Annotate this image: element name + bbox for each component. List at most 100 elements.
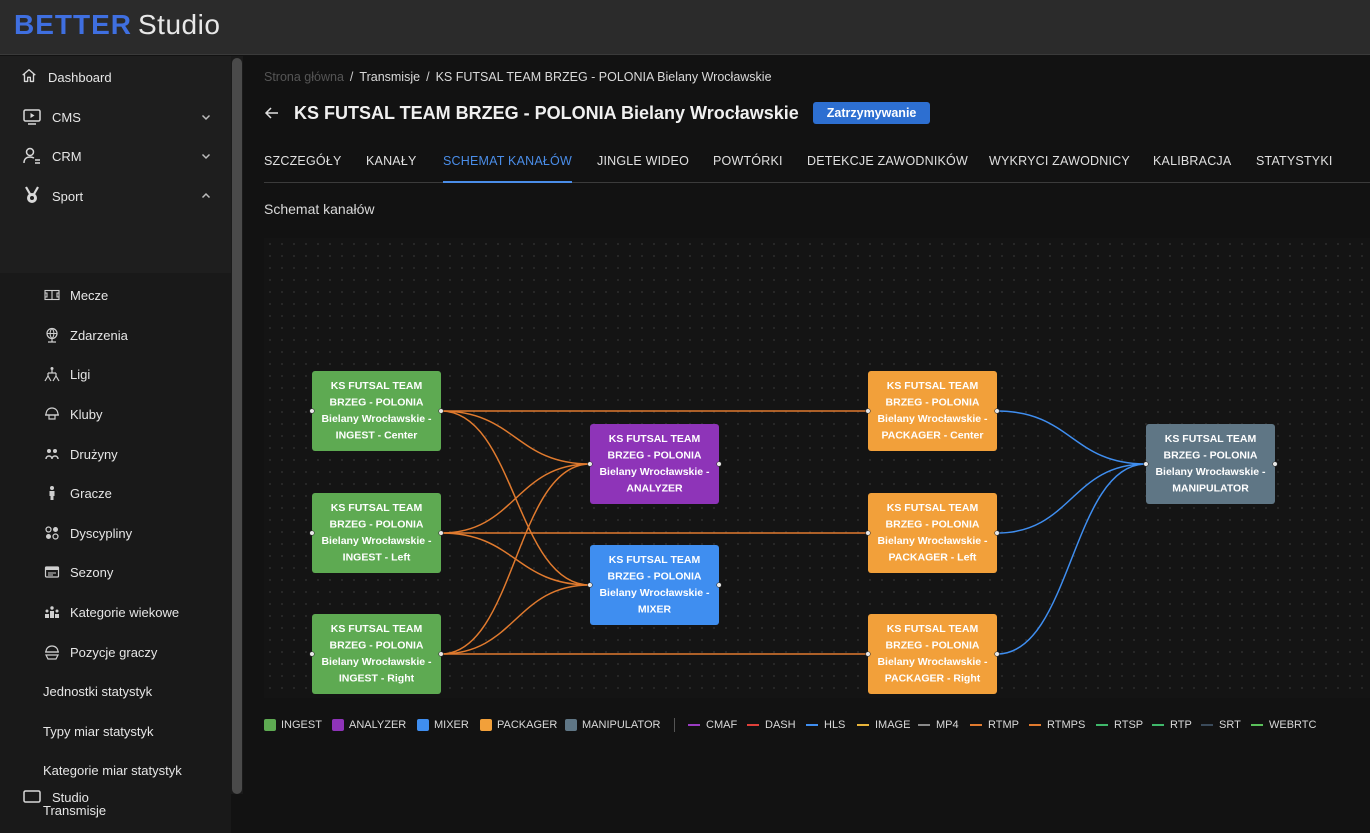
node-manipulator[interactable]: KS FUTSAL TEAM BRZEG - POLONIA Bielany Wro… xyxy=(1143,424,1278,504)
node-output-handle[interactable] xyxy=(994,408,1000,414)
node-input-handle[interactable] xyxy=(865,530,871,536)
node-output-handle[interactable] xyxy=(438,530,444,536)
sidebar-item-sezony[interactable]: Sezony xyxy=(0,554,231,590)
node-label-line: BRZEG - POLONIA xyxy=(330,519,424,531)
node-label-line: KS FUTSAL TEAM xyxy=(609,433,701,445)
sidebar-item-zdarzenia[interactable]: Zdarzenia xyxy=(0,317,231,353)
legend-label: MANIPULATOR xyxy=(582,719,661,731)
edge-ingest-center-to-analyzer[interactable] xyxy=(440,410,591,465)
sidebar-item-dashboard[interactable]: Dashboard xyxy=(0,58,231,96)
sidebar-item-mecze[interactable]: Mecze xyxy=(0,277,231,313)
breadcrumb-home[interactable]: Strona główna xyxy=(264,70,344,84)
app-logo[interactable]: BETTER Studio xyxy=(14,9,220,41)
legend-item-mp4: MP4 xyxy=(918,717,959,733)
node-input-handle[interactable] xyxy=(865,408,871,414)
tab-wykryci-zawodnicy[interactable]: WYKRYCI ZAWODNICY xyxy=(989,154,1130,183)
tab-szczegoly[interactable]: SZCZEGÓŁY xyxy=(264,154,342,183)
node-label-line: Bielany Wrocławskie - xyxy=(877,535,988,547)
node-analyzer[interactable]: KS FUTSAL TEAM BRZEG - POLONIA Bielany Wro… xyxy=(587,424,722,504)
sidebar-item-crm[interactable]: CRM xyxy=(0,137,231,175)
node-input-handle[interactable] xyxy=(309,530,315,536)
legend-item-manipulator: MANIPULATOR xyxy=(565,717,660,733)
edges-layer xyxy=(440,410,1147,655)
monitor-icon xyxy=(23,790,41,803)
tab-detekcje-zawodnikow[interactable]: DETEKCJE ZAWODNIKÓW xyxy=(807,154,968,183)
edge-ingest-right-to-analyzer[interactable] xyxy=(440,463,591,655)
node-label-line: KS FUTSAL TEAM xyxy=(887,502,979,514)
helmet-icon xyxy=(45,407,59,420)
node-label-line: MIXER xyxy=(638,604,672,616)
node-output-handle[interactable] xyxy=(716,461,722,467)
section-title: Schemat kanałów xyxy=(264,201,375,217)
node-input-handle[interactable] xyxy=(587,582,593,588)
sidebar-item-studio[interactable]: Studio xyxy=(0,780,231,818)
node-packager-right[interactable]: KS FUTSAL TEAM BRZEG - POLONIA Bielany Wro… xyxy=(865,614,1000,694)
node-ingest-left[interactable]: KS FUTSAL TEAM BRZEG - POLONIA Bielany Wro… xyxy=(309,493,444,573)
sidebar-item-sport[interactable]: Sport xyxy=(0,177,231,215)
channel-diagram[interactable]: KS FUTSAL TEAM BRZEG - POLONIA Bielany Wro… xyxy=(264,238,1370,698)
node-output-handle[interactable] xyxy=(438,408,444,414)
node-output-handle[interactable] xyxy=(994,651,1000,657)
tab-kalibracja[interactable]: KALIBRACJA xyxy=(1153,154,1231,183)
edge-packager-right-to-manipulator[interactable] xyxy=(996,463,1147,655)
legend-label: SRT xyxy=(1219,719,1241,731)
tab-kanaly[interactable]: KANAŁY xyxy=(366,154,417,183)
sidebar-item-cms[interactable]: CMS xyxy=(0,98,231,136)
back-arrow-icon[interactable] xyxy=(264,105,280,121)
node-ingest-center[interactable]: KS FUTSAL TEAM BRZEG - POLONIA Bielany Wro… xyxy=(309,371,444,451)
node-input-handle[interactable] xyxy=(1143,461,1149,467)
legend-label: WEBRTC xyxy=(1269,719,1317,731)
sidebar-item-dyscypliny[interactable]: Dyscypliny xyxy=(0,515,231,551)
legend-swatch xyxy=(747,724,759,726)
legend-swatch xyxy=(565,719,577,731)
sidebar-item-druzyny[interactable]: Drużyny xyxy=(0,436,231,472)
node-input-handle[interactable] xyxy=(587,461,593,467)
edge-ingest-right-to-mixer[interactable] xyxy=(440,584,591,655)
edge-packager-left-to-manipulator[interactable] xyxy=(996,463,1147,534)
node-input-handle[interactable] xyxy=(309,651,315,657)
sidebar-scrollbar[interactable] xyxy=(231,56,243,794)
sport-submenu: Mecze Zdarzenia Ligi Kluby Drużyny Gracz… xyxy=(0,273,231,833)
node-label-line: INGEST - Center xyxy=(336,430,418,442)
node-output-handle[interactable] xyxy=(438,651,444,657)
sidebar-item-kategorie-wiekowe[interactable]: Kategorie wiekowe xyxy=(0,594,231,630)
node-output-handle[interactable] xyxy=(994,530,1000,536)
node-output-handle[interactable] xyxy=(716,582,722,588)
node-mixer[interactable]: KS FUTSAL TEAM BRZEG - POLONIA Bielany Wro… xyxy=(587,545,722,625)
node-input-handle[interactable] xyxy=(865,651,871,657)
tab-schemat-kanalow[interactable]: SCHEMAT KANAŁÓW xyxy=(443,154,572,183)
node-input-handle[interactable] xyxy=(309,408,315,414)
legend-label: HLS xyxy=(824,719,846,731)
sidebar-item-label: Mecze xyxy=(70,288,109,303)
tab-jingle-wideo[interactable]: JINGLE WIDEO xyxy=(597,154,689,183)
sidebar-item-gracze[interactable]: Gracze xyxy=(0,475,231,511)
pitch-icon xyxy=(44,289,60,301)
sidebar-item-label: Drużyny xyxy=(70,447,118,462)
tab-powtorki[interactable]: POWTÓRKI xyxy=(713,154,783,183)
scrollbar-thumb[interactable] xyxy=(232,58,242,794)
node-output-handle[interactable] xyxy=(1272,461,1278,467)
legend-item-srt: SRT xyxy=(1201,717,1241,733)
legend-swatch xyxy=(1201,724,1213,726)
node-label-line: BRZEG - POLONIA xyxy=(1164,450,1258,462)
sidebar-item-label: CMS xyxy=(52,109,81,125)
sidebar-item-typy-miar-statystyk[interactable]: Typy miar statystyk xyxy=(0,713,231,749)
node-ingest-right[interactable]: KS FUTSAL TEAM BRZEG - POLONIA Bielany Wro… xyxy=(309,614,444,694)
sidebar-item-pozycje-graczy[interactable]: Pozycje graczy xyxy=(0,634,231,670)
legend-swatch xyxy=(1096,724,1108,726)
sidebar-item-jednostki-statystyk[interactable]: Jednostki statystyk xyxy=(0,673,231,709)
channel-diagram-canvas[interactable]: KS FUTSAL TEAM BRZEG - POLONIA Bielany Wro… xyxy=(264,238,1370,698)
tab-statystyki[interactable]: STATYSTYKI xyxy=(1256,154,1333,183)
calendar-card-icon xyxy=(44,566,60,578)
sidebar-item-ligi[interactable]: Ligi xyxy=(0,356,231,392)
sidebar-item-kluby[interactable]: Kluby xyxy=(0,396,231,432)
node-packager-center[interactable]: KS FUTSAL TEAM BRZEG - POLONIA Bielany Wro… xyxy=(865,371,1000,451)
legend-item-rtp: RTP xyxy=(1152,717,1192,733)
breadcrumb-section[interactable]: Transmisje xyxy=(359,70,420,84)
edge-packager-center-to-manipulator[interactable] xyxy=(996,410,1147,465)
play-screen-icon xyxy=(23,109,41,125)
home-icon xyxy=(22,69,36,83)
node-label-line: KS FUTSAL TEAM xyxy=(1165,433,1257,445)
edge-ingest-left-to-analyzer[interactable] xyxy=(440,463,591,534)
node-packager-left[interactable]: KS FUTSAL TEAM BRZEG - POLONIA Bielany Wro… xyxy=(865,493,1000,573)
